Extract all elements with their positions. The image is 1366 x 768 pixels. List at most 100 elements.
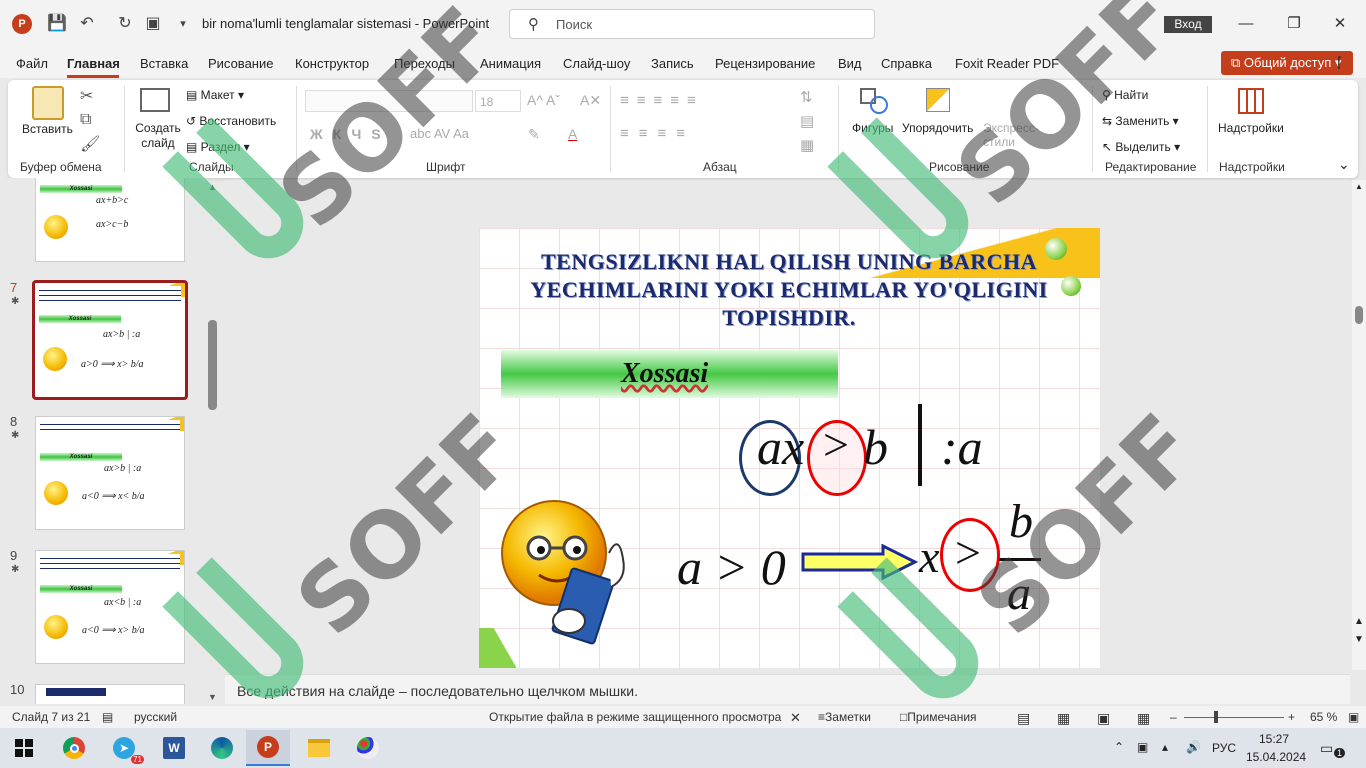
new-slide-icon[interactable]	[140, 88, 170, 112]
tab-slideshow[interactable]: Слайд-шоу	[563, 56, 630, 71]
arrange-icon[interactable]	[926, 88, 950, 112]
property-banner[interactable]: Xossasi	[501, 350, 838, 398]
tab-view[interactable]: Вид	[838, 56, 862, 71]
spellcheck-icon[interactable]: ▤	[102, 710, 113, 724]
tray-chevron-icon[interactable]: ⌃	[1114, 740, 1124, 754]
network-icon[interactable]: ▴	[1162, 740, 1168, 754]
scroll-down-icon[interactable]: ▼	[208, 692, 217, 702]
share-button[interactable]: ⧉ Общий доступ ▾	[1221, 51, 1353, 75]
close-icon[interactable]: ✕	[1320, 10, 1360, 38]
replace-button[interactable]: ⇆ Заменить ▾	[1102, 114, 1179, 128]
font-name-combo[interactable]	[305, 90, 473, 112]
redo-icon[interactable]: ↻	[114, 12, 136, 34]
slide-title[interactable]: TENGSIZLIKNI HAL QILISH UNING BARCHA YEC…	[519, 248, 1059, 332]
copy-icon[interactable]: ⧉	[80, 111, 91, 129]
format-painter-icon[interactable]: 🖌	[80, 134, 100, 154]
select-button[interactable]: ↖ Выделить ▾	[1102, 140, 1180, 154]
signin-button[interactable]: Вход	[1164, 16, 1212, 33]
next-slide-icon[interactable]: ▼	[1354, 634, 1364, 645]
font-style-buttons[interactable]: ЖКЧS	[310, 126, 391, 142]
zoom-slider[interactable]	[1184, 717, 1284, 718]
arrange-button[interactable]: Упорядочить	[902, 121, 973, 135]
section-button[interactable]: ▤ Раздел ▾	[186, 140, 250, 154]
slideshow-view-icon[interactable]: ▦	[1137, 710, 1150, 727]
prev-slide-icon[interactable]: ▲	[1354, 616, 1364, 627]
clear-format-icon[interactable]: A✕	[580, 92, 601, 109]
quick-styles-button[interactable]: Экспресс-стили	[983, 121, 1039, 149]
save-icon[interactable]: 💾	[46, 12, 68, 34]
reset-button[interactable]: ↺ Восстановить	[186, 114, 276, 128]
find-button[interactable]: ⚲ Найти	[1102, 88, 1148, 102]
tab-foxit[interactable]: Foxit Reader PDF	[955, 56, 1059, 71]
language-indicator[interactable]: РУС	[1212, 741, 1236, 755]
comments-button[interactable]: □Примечания	[900, 710, 977, 724]
slide-thumbnail-7[interactable]: Xossasi ax>b | :a a>0 ⟹ x> b/a	[32, 280, 188, 400]
minimize-icon[interactable]: —	[1226, 10, 1266, 38]
font-color-icon[interactable]: A	[568, 126, 577, 142]
tab-file[interactable]: Файл	[16, 56, 48, 71]
cut-icon[interactable]: ✂	[80, 86, 93, 106]
start-button[interactable]	[2, 730, 46, 766]
font-size-combo[interactable]: 18	[475, 90, 521, 112]
telegram-taskbar-icon[interactable]: ➤ 71	[102, 730, 146, 766]
slide-7[interactable]: TENGSIZLIKNI HAL QILISH UNING BARCHA YEC…	[479, 228, 1100, 668]
font-grow-icon[interactable]: A^ Aˇ	[527, 92, 560, 108]
tab-design[interactable]: Конструктор	[295, 56, 369, 71]
tab-home[interactable]: Главная	[67, 56, 120, 71]
zoom-in-icon[interactable]: +	[1288, 710, 1295, 724]
tab-insert[interactable]: Вставка	[140, 56, 188, 71]
collapse-ribbon-icon[interactable]: ⌄	[1338, 156, 1350, 173]
sorter-view-icon[interactable]: ▦	[1057, 710, 1070, 727]
tab-review[interactable]: Рецензирование	[715, 56, 815, 71]
tab-draw[interactable]: Рисование	[208, 56, 273, 71]
volume-icon[interactable]: 🔊	[1186, 740, 1201, 754]
zoom-out-icon[interactable]: –	[1170, 710, 1177, 724]
tab-animations[interactable]: Анимация	[480, 56, 541, 71]
powerpoint-taskbar-icon[interactable]: P	[246, 730, 290, 766]
chrome-taskbar-icon[interactable]	[52, 730, 96, 766]
fit-slide-icon[interactable]: ▣	[1348, 710, 1359, 724]
shapes-button[interactable]: Фигуры	[852, 121, 893, 135]
thumbnail-scrollbar[interactable]	[208, 320, 217, 410]
notification-icon[interactable]: ▭	[1320, 740, 1333, 757]
zoom-slider-thumb[interactable]	[1214, 711, 1218, 723]
paint-taskbar-icon[interactable]	[346, 730, 390, 766]
maximize-icon[interactable]: ❐	[1274, 10, 1314, 38]
slide-thumbnail-10[interactable]	[35, 684, 185, 704]
addins-button[interactable]: Надстройки	[1218, 121, 1284, 135]
tab-transitions[interactable]: Переходы	[394, 56, 455, 71]
present-icon[interactable]: ▣	[142, 12, 164, 34]
clock-time[interactable]: 15:27	[1259, 732, 1289, 746]
list-buttons[interactable]: ≡≡≡≡≡	[620, 92, 704, 109]
scroll-up-icon[interactable]: ▲	[208, 182, 217, 192]
addins-icon[interactable]	[1238, 88, 1264, 114]
zoom-level[interactable]: 65 %	[1310, 710, 1337, 724]
new-slide-button[interactable]: Создать слайд	[133, 121, 183, 151]
notes-pane[interactable]: Все действия на слайде – последовательно…	[225, 674, 1350, 704]
tab-record[interactable]: Запись	[651, 56, 694, 71]
search-box[interactable]: ⚲ Поиск	[509, 9, 875, 39]
customize-qat-icon[interactable]: ▾	[172, 12, 194, 34]
highlight-icon[interactable]: ✎	[528, 126, 540, 143]
slide-thumbnail-9[interactable]: Xossasi ax<b | :a a<0 ⟹ x> b/a	[35, 550, 185, 664]
smartart-icon[interactable]: ▦	[800, 136, 814, 154]
notes-button[interactable]: ≡Заметки	[818, 710, 871, 724]
slide-thumbnail-6[interactable]: Xossasi ax+b>c ax>c−b	[35, 178, 185, 262]
text-direction-icon[interactable]: ⇅	[800, 88, 813, 106]
edge-taskbar-icon[interactable]	[200, 730, 244, 766]
reading-view-icon[interactable]: ▣	[1097, 710, 1110, 727]
close-icon[interactable]: ✕	[790, 710, 801, 726]
slide-thumbnail-8[interactable]: Xossasi ax>b | :a a<0 ⟹ x< b/a	[35, 416, 185, 530]
tray-app-icon[interactable]: ▣	[1137, 740, 1148, 754]
scroll-up-icon[interactable]: ▲	[1355, 182, 1363, 191]
pin-icon[interactable]: ⌈	[1337, 54, 1342, 71]
clock-date[interactable]: 15.04.2024	[1246, 750, 1306, 764]
slide-scrollbar[interactable]: ▲ ▲ ▼	[1352, 180, 1366, 670]
layout-button[interactable]: ▤ Макет ▾	[186, 88, 244, 102]
tab-help[interactable]: Справка	[881, 56, 932, 71]
shapes-icon[interactable]	[860, 88, 888, 114]
align-text-icon[interactable]: ▤	[800, 112, 814, 130]
explorer-taskbar-icon[interactable]	[297, 730, 341, 766]
normal-view-icon[interactable]: ▤	[1017, 710, 1030, 727]
paste-button[interactable]: Вставить	[22, 122, 73, 136]
